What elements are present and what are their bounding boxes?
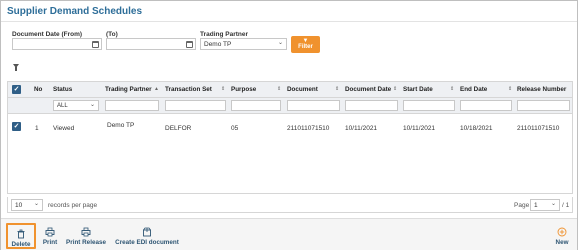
document-filter-input[interactable] (287, 100, 340, 111)
chevron-down-icon: ⌄ (550, 201, 556, 207)
bottom-toolbar: Delete Print Print Release Create EDI do… (1, 218, 577, 250)
package-icon (143, 227, 151, 237)
cell-document-date: 10/11/2021 (345, 125, 378, 132)
document-date-to-input[interactable] (106, 38, 196, 50)
page-label: Page (514, 202, 530, 209)
print-release-button[interactable]: Print Release (66, 223, 106, 249)
chevron-down-icon: ⌄ (33, 201, 39, 207)
print-button-label: Print (42, 239, 58, 246)
new-button-label: New (555, 239, 569, 246)
cell-trading-partner: Demo TP (107, 122, 135, 129)
chevron-down-icon: ⌄ (277, 40, 283, 46)
select-all-checkbox[interactable]: ✓ (12, 85, 21, 94)
trading-partner-label: Trading Partner (200, 31, 249, 38)
cell-document: 211011071510 (287, 125, 330, 132)
delete-button[interactable]: Delete (6, 223, 36, 249)
release-number-filter-input[interactable] (517, 100, 570, 111)
trash-icon (17, 229, 25, 239)
new-button[interactable]: New (553, 223, 571, 249)
purpose-filter-input[interactable] (231, 100, 281, 111)
column-header-transaction-set[interactable]: Transaction Set (165, 86, 212, 93)
column-header-end-date[interactable]: End Date (460, 86, 487, 93)
grid-filter-row: ALL ⌄ (8, 98, 572, 114)
end-date-filter-input[interactable] (460, 100, 512, 111)
chevron-down-icon: ⌄ (89, 102, 95, 108)
column-header-status[interactable]: Status (53, 86, 72, 93)
document-date-from-label: Document Date (From) (12, 31, 83, 38)
records-per-page-label: records per page (48, 202, 98, 209)
cell-status: Viewed (53, 125, 75, 132)
printer-icon (45, 227, 55, 237)
cell-no: 1 (35, 125, 39, 132)
delete-button-label: Delete (11, 241, 31, 248)
table-row[interactable]: ✓ 1 Viewed Demo TP DELFOR 05 21101107151… (8, 115, 572, 139)
toggle-filter-row-icon[interactable] (13, 64, 19, 71)
create-edi-document-button[interactable]: Create EDI document (115, 223, 179, 249)
sort-icon[interactable]: ⇕ (508, 86, 512, 92)
print-release-button-label: Print Release (66, 239, 106, 246)
column-header-document[interactable]: Document (287, 86, 318, 93)
document-date-from-input[interactable] (12, 38, 102, 50)
filter-button-label: Filter (298, 44, 313, 50)
printer-icon (81, 227, 91, 237)
calendar-icon[interactable] (186, 41, 193, 48)
status-filter-select[interactable]: ALL ⌄ (53, 100, 99, 111)
cell-end-date: 10/18/2021 (460, 125, 493, 132)
page-select[interactable]: 1 ⌄ (530, 199, 560, 211)
sort-icon[interactable]: ⇕ (393, 86, 397, 92)
sort-ascending-icon[interactable]: ▲ (154, 86, 159, 92)
plus-circle-icon (557, 227, 567, 237)
app-window: Supplier Demand Schedules Document Date … (0, 0, 578, 250)
sort-icon[interactable]: ⇕ (450, 86, 454, 92)
trading-partner-select[interactable]: Demo TP ⌄ (200, 38, 287, 50)
calendar-icon[interactable] (92, 41, 99, 48)
document-date-to-label: (To) (106, 31, 118, 38)
column-header-no[interactable]: No (34, 86, 42, 93)
sort-icon[interactable]: ⇕ (277, 86, 281, 92)
column-header-purpose[interactable]: Purpose (231, 86, 256, 93)
column-header-release-number[interactable]: Release Number (517, 86, 566, 93)
cell-purpose: 05 (231, 125, 239, 132)
sort-icon[interactable]: ⇕ (335, 86, 339, 92)
title-divider (1, 21, 577, 22)
sort-icon[interactable]: ⇕ (221, 86, 225, 92)
records-per-page-value: 10 (15, 202, 23, 209)
print-button[interactable]: Print (40, 223, 60, 249)
transaction-set-filter-input[interactable] (165, 100, 226, 111)
column-header-start-date[interactable]: Start Date (403, 86, 433, 93)
column-header-document-date[interactable]: Document Date (345, 86, 391, 93)
row-checkbox[interactable]: ✓ (12, 122, 21, 131)
records-per-page-select[interactable]: 10 ⌄ (11, 199, 43, 211)
data-grid: ✓ No Status Trading Partner ▲ Transactio… (7, 81, 573, 194)
trading-partner-value: Demo TP (204, 41, 232, 48)
document-date-filter-input[interactable] (345, 100, 398, 111)
page-title: Supplier Demand Schedules (7, 6, 143, 17)
cell-transaction-set: DELFOR (165, 125, 192, 132)
page-total: / 1 (562, 202, 570, 209)
cell-release-number: 211011071510 (517, 125, 560, 132)
start-date-filter-input[interactable] (403, 100, 455, 111)
create-edi-document-button-label: Create EDI document (115, 239, 179, 246)
grid-header-row: ✓ No Status Trading Partner ▲ Transactio… (8, 82, 572, 98)
cell-start-date: 10/11/2021 (403, 125, 436, 132)
page-value: 1 (534, 202, 538, 209)
column-header-trading-partner[interactable]: Trading Partner (105, 86, 152, 93)
status-filter-value: ALL (57, 103, 68, 109)
filter-button[interactable]: ▼ Filter (291, 36, 320, 53)
trading-partner-filter-input[interactable] (105, 100, 159, 111)
pager: 10 ⌄ records per page Page 1 ⌄ / 1 (7, 197, 573, 213)
